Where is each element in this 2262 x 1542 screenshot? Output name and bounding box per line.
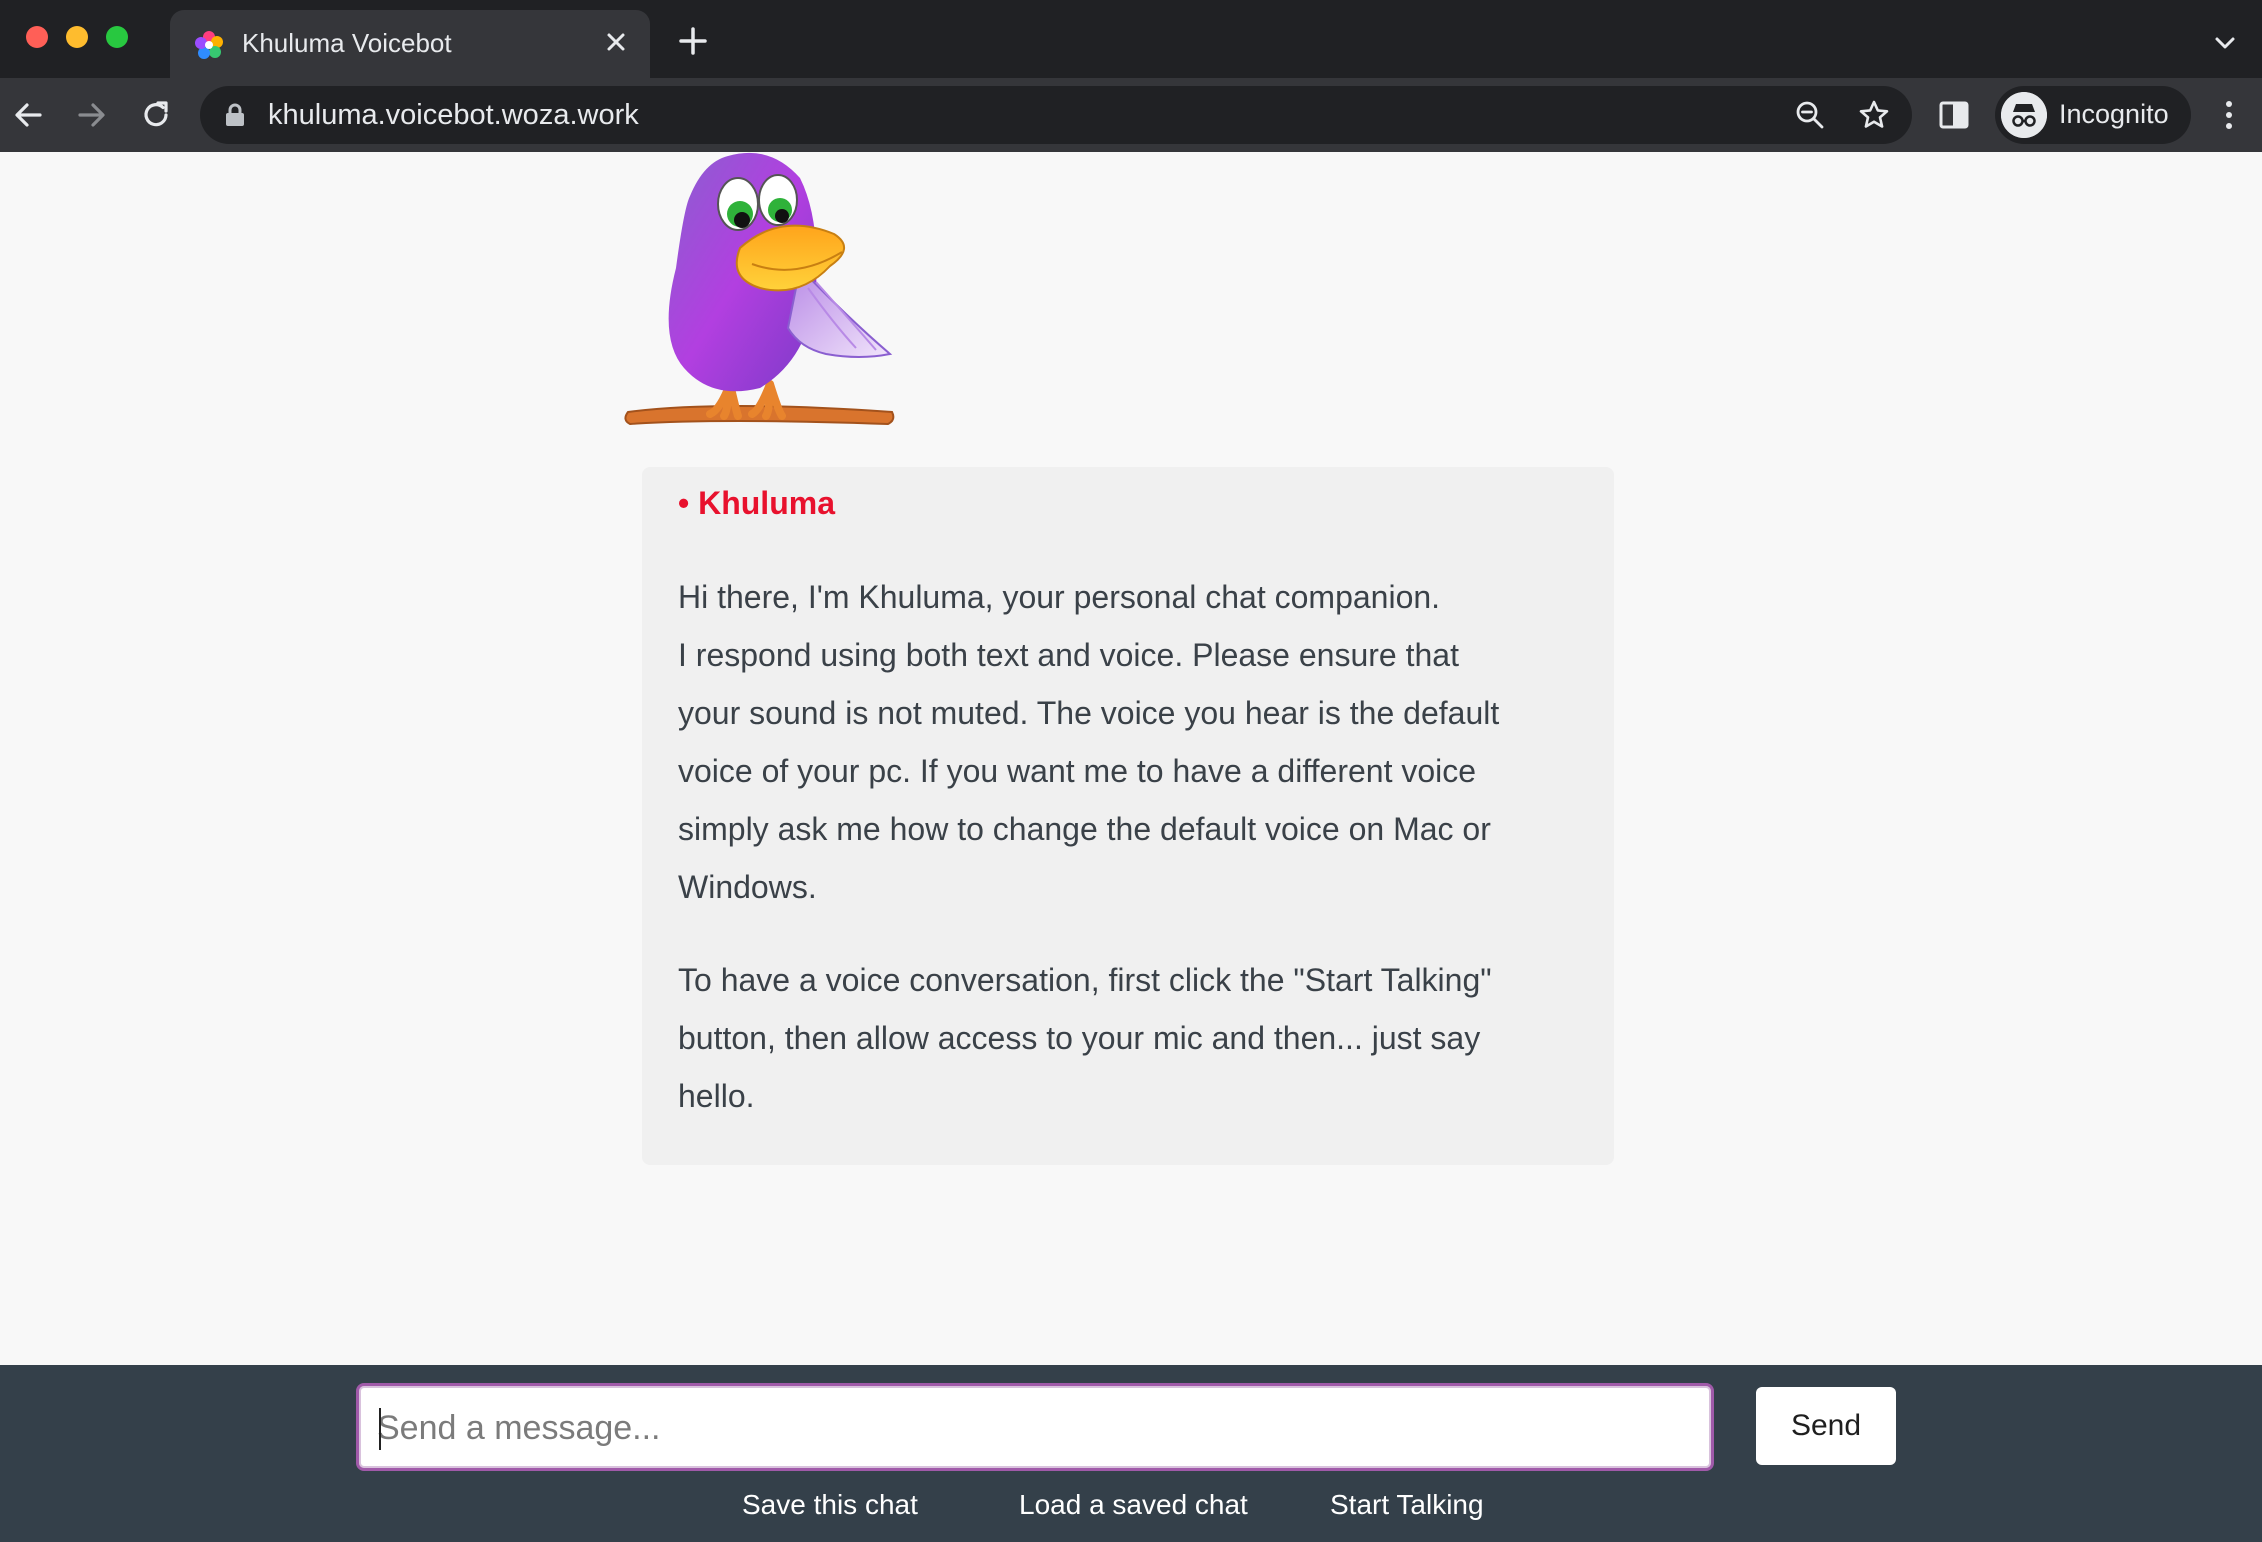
url-text: khuluma.voicebot.woza.work — [268, 99, 639, 131]
incognito-icon — [2001, 92, 2047, 138]
bookmark-star-icon[interactable] — [1858, 99, 1890, 131]
bot-message-paragraph: To have a voice conversation, first clic… — [678, 951, 1588, 1125]
zoom-out-icon[interactable] — [1794, 99, 1826, 131]
message-line: Windows. — [678, 869, 817, 905]
bot-message-paragraph: Hi there, I'm Khuluma, your personal cha… — [678, 568, 1588, 916]
incognito-profile-button[interactable]: Incognito — [1995, 86, 2191, 144]
browser-menu-icon[interactable] — [2214, 97, 2244, 133]
window-close-button[interactable] — [26, 26, 48, 48]
tab-close-icon[interactable] — [600, 26, 632, 58]
message-line: To have a voice conversation, first clic… — [678, 962, 1492, 998]
text-caret — [379, 1408, 381, 1450]
pinwheel-favicon-icon — [195, 31, 223, 59]
message-input[interactable] — [377, 1404, 1677, 1452]
message-line: voice of your pc. If you want me to have… — [678, 753, 1477, 789]
window-minimize-button[interactable] — [66, 26, 88, 48]
message-line: hello. — [678, 1078, 755, 1114]
chat-message-card: • Khuluma Hi there, I'm Khuluma, your pe… — [642, 467, 1614, 1165]
lock-icon[interactable] — [224, 103, 246, 127]
address-bar[interactable]: khuluma.voicebot.woza.work — [200, 86, 1912, 144]
incognito-label: Incognito — [2059, 99, 2169, 129]
speaker-name: • Khuluma — [678, 485, 835, 521]
window-zoom-button[interactable] — [106, 26, 128, 48]
browser-tab-strip: Khuluma Voicebot — [0, 0, 2262, 78]
message-line: your sound is not muted. The voice you h… — [678, 695, 1500, 731]
forward-arrow-icon[interactable] — [74, 97, 110, 133]
send-button[interactable]: Send — [1756, 1387, 1896, 1465]
side-panel-icon[interactable] — [1938, 99, 1970, 131]
tab-title: Khuluma Voicebot — [242, 28, 452, 58]
message-line: I respond using both text and voice. Ple… — [678, 637, 1459, 673]
new-tab-plus-icon[interactable] — [676, 24, 710, 58]
tab-search-chevron-icon[interactable] — [2210, 28, 2240, 58]
message-input-wrapper[interactable] — [356, 1383, 1714, 1471]
browser-tab[interactable]: Khuluma Voicebot — [170, 10, 650, 78]
message-line: Hi there, I'm Khuluma, your personal cha… — [678, 579, 1441, 615]
chat-input-bar: Send Save this chat Load a saved chat St… — [0, 1365, 2262, 1542]
start-talking-link[interactable]: Start Talking — [1330, 1489, 1484, 1521]
browser-toolbar: khuluma.voicebot.woza.work Incognito — [0, 78, 2262, 152]
message-line: button, then allow access to your mic an… — [678, 1020, 1481, 1056]
reload-icon[interactable] — [138, 97, 174, 133]
parrot-mascot-icon — [624, 152, 895, 426]
message-line: simply ask me how to change the default … — [678, 811, 1491, 847]
back-arrow-icon[interactable] — [10, 97, 46, 133]
load-chat-link[interactable]: Load a saved chat — [1019, 1489, 1248, 1521]
save-chat-link[interactable]: Save this chat — [742, 1489, 918, 1521]
